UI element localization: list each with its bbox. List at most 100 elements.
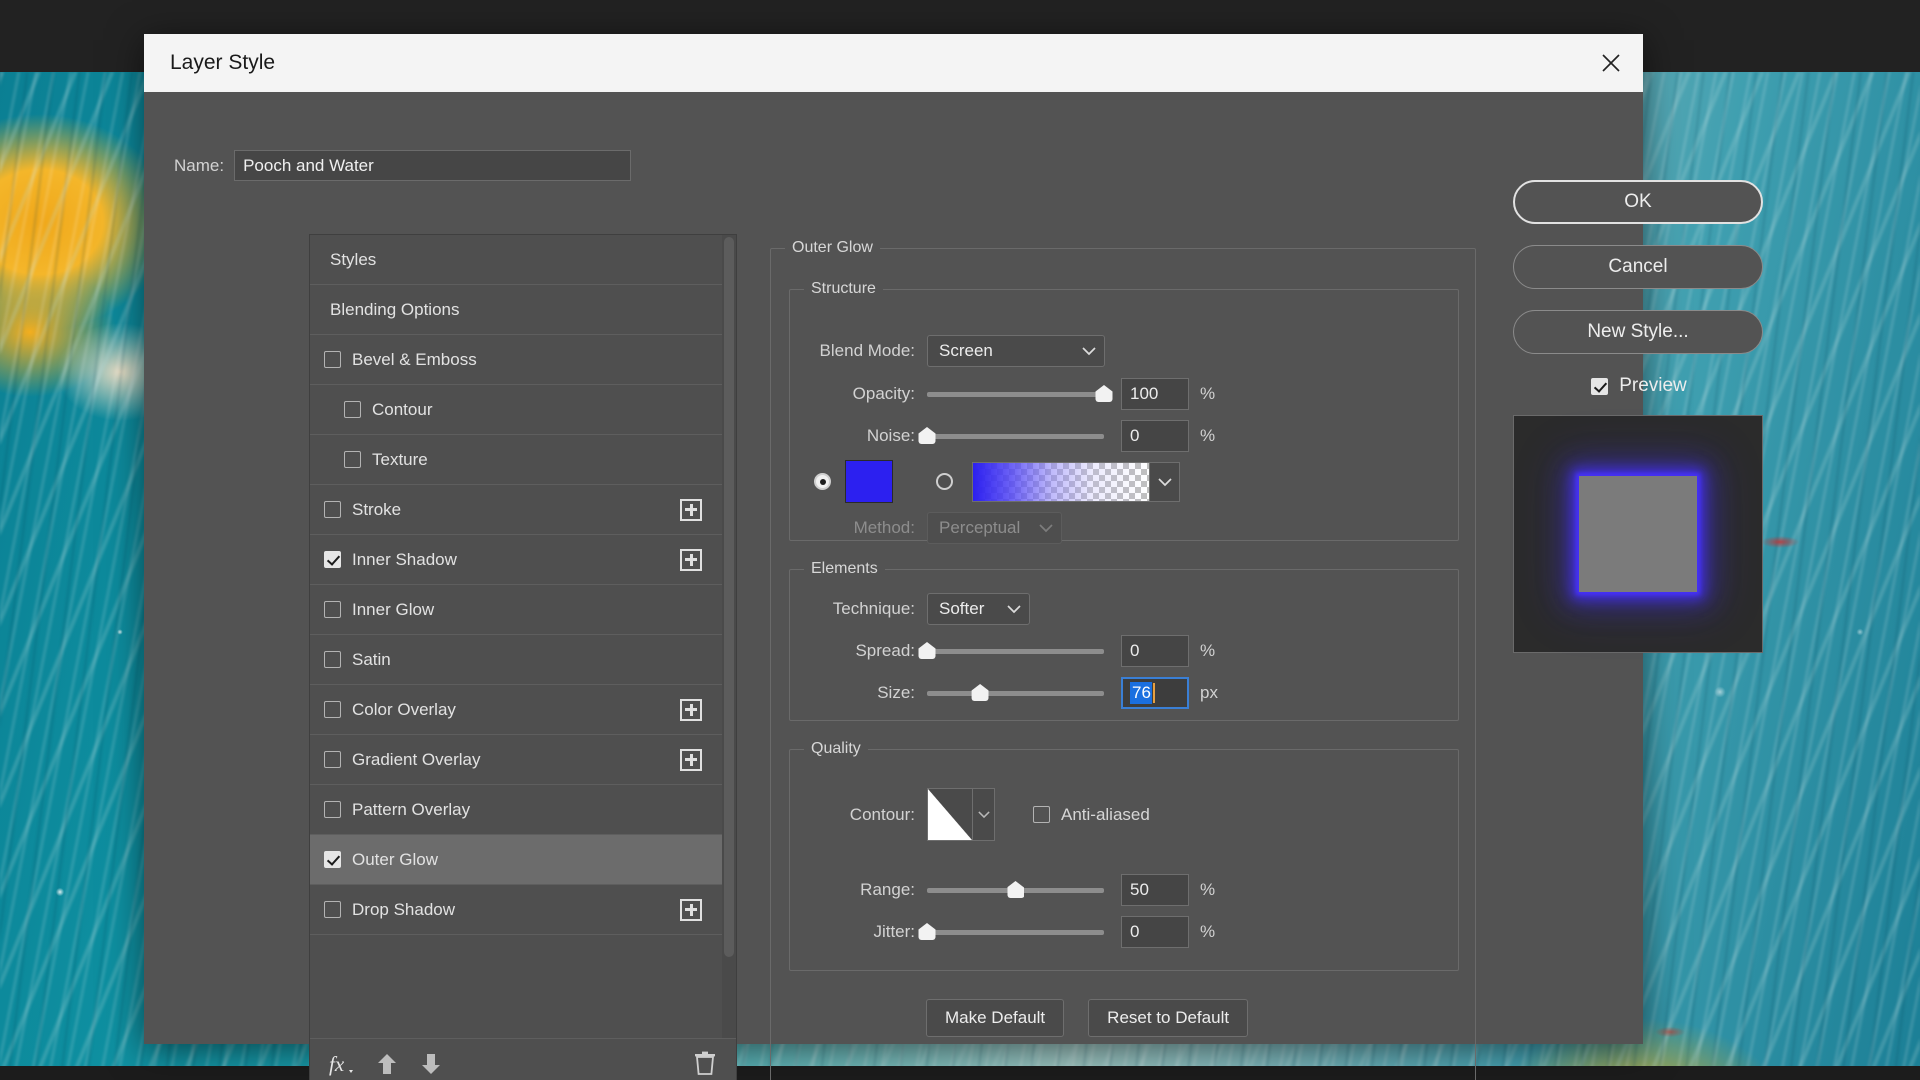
- effect-toggle-checkbox[interactable]: [324, 501, 341, 518]
- style-list-item-inner-shadow[interactable]: Inner Shadow: [310, 535, 722, 585]
- style-list-item-label: Pattern Overlay: [352, 799, 471, 819]
- range-unit: %: [1200, 880, 1216, 899]
- size-label: Size:: [877, 683, 915, 702]
- range-value: 50: [1130, 880, 1149, 899]
- slider-knob[interactable]: [918, 923, 936, 940]
- spread-unit: %: [1200, 641, 1216, 660]
- noise-input[interactable]: 0: [1121, 420, 1189, 452]
- style-list-item-color-overlay[interactable]: Color Overlay: [310, 685, 722, 735]
- effect-toggle-checkbox[interactable]: [344, 451, 361, 468]
- contour-picker[interactable]: [927, 788, 995, 841]
- effect-toggle-checkbox[interactable]: [324, 901, 341, 918]
- opacity-input[interactable]: 100: [1121, 378, 1189, 410]
- range-input[interactable]: 50: [1121, 874, 1189, 906]
- scrollbar-thumb[interactable]: [724, 237, 734, 957]
- slider-knob[interactable]: [971, 684, 989, 701]
- chevron-down-icon: [1082, 341, 1096, 361]
- dialog-actions: OK Cancel New Style... Preview: [1513, 180, 1765, 653]
- add-effect-plus-icon[interactable]: [680, 498, 702, 521]
- effect-toggle-checkbox[interactable]: [324, 851, 341, 868]
- technique-label: Technique:: [832, 599, 915, 618]
- outer-glow-group: Outer Glow Structure Blend Mode: Screen: [770, 239, 1476, 1080]
- style-list-item-inner-glow[interactable]: Inner Glow: [310, 585, 722, 635]
- opacity-slider[interactable]: [927, 384, 1113, 404]
- style-list-item-gradient-overlay[interactable]: Gradient Overlay: [310, 735, 722, 785]
- preview-checkbox[interactable]: Preview: [1513, 375, 1765, 397]
- style-list-item-blending-options[interactable]: Blending Options: [310, 285, 722, 335]
- add-effect-plus-icon[interactable]: [680, 748, 702, 771]
- arrow-down-icon[interactable]: [420, 1052, 442, 1076]
- slider-knob[interactable]: [1007, 881, 1024, 898]
- style-list-item-label: Stroke: [352, 499, 402, 519]
- slider-knob[interactable]: [918, 642, 936, 659]
- contour-row: Contour: Anti-aliased: [790, 788, 1430, 841]
- style-list-item-contour[interactable]: Contour: [310, 385, 722, 435]
- style-list-item-stroke[interactable]: Stroke: [310, 485, 722, 535]
- add-effect-plus-icon[interactable]: [680, 548, 702, 571]
- glow-gradient-picker[interactable]: [972, 461, 1180, 502]
- fx-icon[interactable]: fx: [328, 1051, 354, 1077]
- trash-icon[interactable]: [694, 1051, 716, 1076]
- preview-checkbox-box[interactable]: [1591, 377, 1609, 395]
- cancel-button[interactable]: Cancel: [1513, 245, 1763, 289]
- spread-input[interactable]: 0: [1121, 635, 1189, 667]
- style-list-item-styles[interactable]: Styles: [310, 235, 722, 285]
- glow-color-swatch[interactable]: [845, 460, 893, 503]
- jitter-input[interactable]: 0: [1121, 916, 1189, 948]
- slider-knob[interactable]: [1095, 385, 1113, 402]
- effect-toggle-checkbox[interactable]: [324, 551, 341, 568]
- glow-gradient-radio[interactable]: [936, 473, 953, 490]
- style-list-item-bevel-emboss[interactable]: Bevel & Emboss: [310, 335, 722, 385]
- effect-toggle-checkbox[interactable]: [324, 601, 341, 618]
- style-list-item-drop-shadow[interactable]: Drop Shadow: [310, 885, 722, 935]
- add-effect-plus-icon[interactable]: [680, 898, 702, 921]
- jitter-value: 0: [1130, 922, 1140, 941]
- range-slider[interactable]: [927, 880, 1104, 900]
- opacity-label: Opacity:: [852, 384, 915, 403]
- style-list-item-label: Drop Shadow: [352, 899, 456, 919]
- make-default-button[interactable]: Make Default: [926, 999, 1065, 1037]
- style-list-item-satin[interactable]: Satin: [310, 635, 722, 685]
- blend-mode-select[interactable]: Screen: [927, 335, 1105, 367]
- style-list-item-texture[interactable]: Texture: [310, 435, 722, 485]
- effect-toggle-checkbox[interactable]: [324, 351, 341, 368]
- arrow-up-icon[interactable]: [376, 1052, 398, 1076]
- size-slider[interactable]: [927, 683, 1104, 703]
- range-row: Range: 50 %: [790, 874, 1430, 906]
- chevron-down-icon[interactable]: [972, 789, 994, 840]
- effect-toggle-checkbox[interactable]: [324, 701, 341, 718]
- effect-toggle-checkbox[interactable]: [324, 801, 341, 818]
- jitter-slider[interactable]: [918, 922, 1104, 942]
- noise-row: Noise: 0 %: [790, 420, 1430, 452]
- anti-aliased-checkbox[interactable]: Anti-aliased: [1033, 805, 1150, 825]
- glow-fill-row: [814, 460, 1434, 503]
- outer-glow-legend: Outer Glow: [785, 239, 880, 257]
- style-list-item-outer-glow[interactable]: Outer Glow: [310, 835, 722, 885]
- effect-toggle-checkbox[interactable]: [344, 401, 361, 418]
- glow-color-radio[interactable]: [814, 473, 831, 490]
- add-effect-plus-icon[interactable]: [680, 698, 702, 721]
- ok-button[interactable]: OK: [1513, 180, 1763, 224]
- effect-toggle-checkbox[interactable]: [324, 751, 341, 768]
- effect-toggle-checkbox[interactable]: [324, 651, 341, 668]
- spread-slider[interactable]: [918, 641, 1104, 661]
- layer-name-input[interactable]: [234, 150, 632, 181]
- contour-curve-thumbnail: [928, 789, 972, 840]
- settings-area: Outer Glow Structure Blend Mode: Screen: [770, 234, 1476, 1080]
- anti-aliased-box[interactable]: [1033, 806, 1050, 823]
- style-list-item-label: Inner Glow: [352, 599, 435, 619]
- spread-label: Spread:: [855, 641, 915, 660]
- close-icon[interactable]: [1579, 34, 1643, 92]
- chevron-down-icon[interactable]: [1149, 462, 1179, 501]
- reset-to-default-button[interactable]: Reset to Default: [1088, 999, 1249, 1037]
- noise-unit: %: [1200, 426, 1216, 445]
- blend-mode-label: Blend Mode:: [819, 341, 915, 360]
- technique-select[interactable]: Softer: [927, 593, 1030, 625]
- new-style-button[interactable]: New Style...: [1513, 310, 1763, 354]
- dialog-body: Name: Styles Blending Options Bevel & Embo…: [144, 92, 1763, 1080]
- size-input[interactable]: 76: [1121, 677, 1189, 709]
- styles-list-scrollbar[interactable]: [722, 235, 736, 1038]
- style-list-item-pattern-overlay[interactable]: Pattern Overlay: [310, 785, 722, 835]
- slider-knob[interactable]: [918, 427, 936, 444]
- noise-slider[interactable]: [918, 426, 1104, 446]
